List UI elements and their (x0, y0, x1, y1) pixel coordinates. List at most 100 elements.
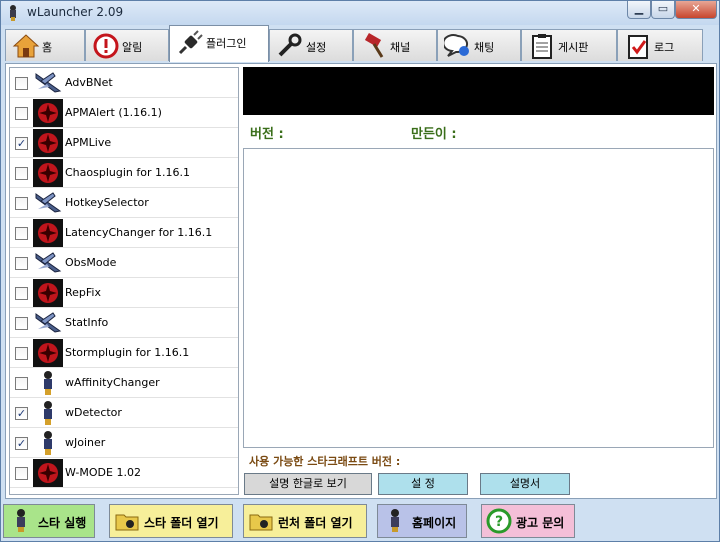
plugin-checkbox[interactable] (15, 107, 28, 120)
red-star-icon (33, 339, 63, 367)
plugin-row[interactable]: AdvBNet (10, 68, 238, 98)
open-star-folder-button[interactable]: 스타 폴더 열기 (109, 504, 233, 538)
plugin-checkbox[interactable] (15, 317, 28, 330)
run-star-label: 스타 실행 (38, 516, 87, 530)
red-star-icon (33, 279, 63, 307)
plugin-name: W-MODE 1.02 (65, 466, 141, 479)
plugin-name: wAffinityChanger (65, 376, 160, 389)
title-bar[interactable]: wLauncher 2.09 ▁ ▭ ✕ (1, 1, 719, 25)
plugin-name: AdvBNet (65, 76, 113, 89)
tab-chat[interactable]: 채팅 (437, 29, 521, 61)
plugin-row[interactable]: ✓ wDetector (10, 398, 238, 428)
figure-icon (17, 509, 25, 532)
tab-channel[interactable]: 채널 (353, 29, 437, 61)
plugin-row[interactable]: StatInfo (10, 308, 238, 338)
plugin-name: wJoiner (65, 436, 106, 449)
plugin-name: LatencyChanger for 1.16.1 (65, 226, 213, 239)
tab-log-label: 로그 (654, 41, 675, 54)
plugin-panel: AdvBNet APMAlert (1.16.1) ✓ APMLive Chaosplu… (5, 63, 717, 499)
plugin-row[interactable]: ObsMode (10, 248, 238, 278)
folder-icon (249, 514, 273, 531)
red-star-icon (33, 459, 63, 487)
plugin-checkbox[interactable]: ✓ (15, 407, 28, 420)
red-star-icon (33, 99, 63, 127)
plugin-row[interactable]: Stormplugin for 1.16.1 (10, 338, 238, 368)
run-star-button[interactable]: 스타 실행 (3, 504, 95, 538)
bottom-toolbar: 스타 실행 스타 폴더 열기 런처 폴더 열기 홈페이지 ? 광고 문의 (1, 501, 719, 541)
figure-icon (33, 369, 63, 397)
tab-bar: 홈 알림 플러그인 설정 채널 채팅 게시판 로그 (5, 25, 717, 63)
plugin-row[interactable]: LatencyChanger for 1.16.1 (10, 218, 238, 248)
plugin-checkbox[interactable] (15, 287, 28, 300)
plugin-row[interactable]: ✓ wJoiner (10, 428, 238, 458)
plugin-row[interactable]: Chaosplugin for 1.16.1 (10, 158, 238, 188)
plugin-checkbox[interactable] (15, 227, 28, 240)
ad-inquiry-label: 광고 문의 (516, 516, 565, 530)
red-star-icon (33, 129, 63, 157)
homepage-button[interactable]: 홈페이지 (377, 504, 467, 538)
sc-version-label: 사용 가능한 스타크래프트 버전 : (249, 455, 401, 468)
tab-chat-label: 채팅 (474, 41, 495, 54)
plugin-checkbox[interactable] (15, 257, 28, 270)
jet-icon (33, 189, 63, 217)
plugin-checkbox[interactable]: ✓ (15, 137, 28, 150)
open-star-folder-label: 스타 폴더 열기 (144, 516, 219, 530)
tab-alert[interactable]: 알림 (85, 29, 169, 61)
plugin-checkbox[interactable] (15, 467, 28, 480)
plugin-checkbox[interactable] (15, 77, 28, 90)
plugin-row[interactable]: APMAlert (1.16.1) (10, 98, 238, 128)
svg-text:?: ? (495, 514, 503, 530)
window-title: wLauncher 2.09 (27, 5, 124, 19)
tab-alert-label: 알림 (122, 41, 143, 54)
tab-home-label: 홈 (42, 41, 53, 54)
korean-description-button[interactable]: 설명 한글로 보기 (244, 473, 372, 495)
launcher-window: wLauncher 2.09 ▁ ▭ ✕ 홈 알림 플러그인 설정 채널 채팅 (0, 0, 720, 542)
plugin-row[interactable]: W-MODE 1.02 (10, 458, 238, 488)
close-button[interactable]: ✕ (675, 1, 717, 19)
plugin-name: APMAlert (1.16.1) (65, 106, 162, 119)
chat-search-icon (444, 34, 469, 57)
open-launcher-folder-button[interactable]: 런처 폴더 열기 (243, 504, 367, 538)
tab-plugins[interactable]: 플러그인 (169, 25, 269, 62)
tab-board[interactable]: 게시판 (521, 29, 617, 61)
plugin-checkbox[interactable] (15, 377, 28, 390)
plugin-name: StatInfo (65, 316, 109, 329)
jet-icon (33, 309, 63, 337)
author-label: 만든이 : (411, 127, 457, 142)
question-icon: ? (486, 508, 512, 534)
folder-icon (115, 514, 139, 531)
plugin-checkbox[interactable] (15, 167, 28, 180)
ad-inquiry-button[interactable]: ? 광고 문의 (481, 504, 575, 538)
plugin-row[interactable]: HotkeySelector (10, 188, 238, 218)
plugin-row[interactable]: RepFix (10, 278, 238, 308)
plug-icon (178, 30, 203, 55)
plugin-list[interactable]: AdvBNet APMAlert (1.16.1) ✓ APMLive Chaosplu… (9, 67, 239, 495)
plugin-checkbox[interactable] (15, 197, 28, 210)
open-launcher-folder-label: 런처 폴더 열기 (278, 516, 353, 530)
plugin-row[interactable]: wAffinityChanger (10, 368, 238, 398)
maximize-button[interactable]: ▭ (651, 1, 675, 19)
home-icon (12, 34, 40, 58)
homepage-label: 홈페이지 (412, 516, 457, 530)
tab-home[interactable]: 홈 (5, 29, 85, 61)
plugin-description-box[interactable] (243, 148, 714, 448)
figure-icon (391, 509, 399, 532)
manual-button[interactable]: 설명서 (480, 473, 570, 495)
plugin-settings-button[interactable]: 설 정 (378, 473, 468, 495)
plugin-checkbox[interactable] (15, 347, 28, 360)
red-star-icon (33, 159, 63, 187)
figure-icon (33, 399, 63, 427)
jet-icon (33, 249, 63, 277)
plugin-row[interactable]: ✓ APMLive (10, 128, 238, 158)
tab-settings[interactable]: 설정 (269, 29, 353, 61)
plugin-name: RepFix (65, 286, 101, 299)
plugin-name: wDetector (65, 406, 122, 419)
jet-icon (33, 69, 63, 97)
plugin-name: Stormplugin for 1.16.1 (65, 346, 190, 359)
minimize-button[interactable]: ▁ (627, 1, 651, 19)
hammer-icon (364, 33, 384, 58)
tab-log[interactable]: 로그 (617, 29, 703, 61)
red-star-icon (33, 219, 63, 247)
plugin-banner (243, 67, 714, 115)
plugin-checkbox[interactable]: ✓ (15, 437, 28, 450)
